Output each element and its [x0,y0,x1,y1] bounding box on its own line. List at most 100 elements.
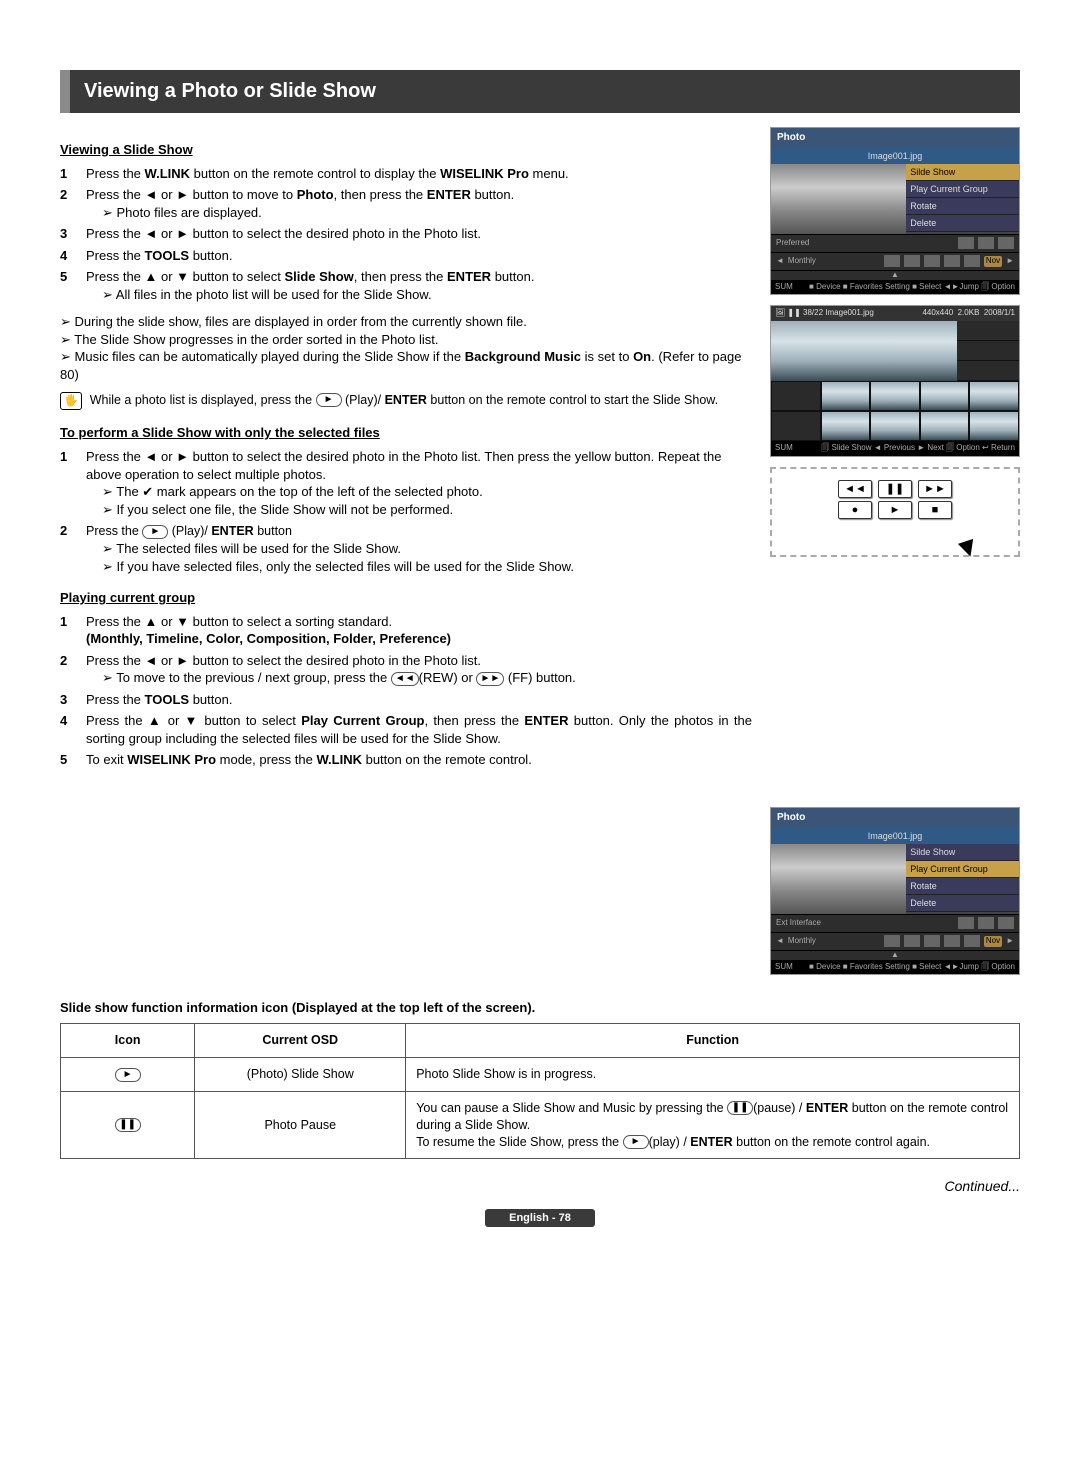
step-body: Press the ► (Play)/ ENTER button The sel… [86,522,752,575]
substep: If you have selected files, only the sel… [102,558,752,576]
tv-menu-item: Rotate [906,878,1019,895]
tv-menu-item: Silde Show [906,164,1019,181]
substep: Photo files are displayed. [102,205,262,220]
callout-note: 🖐 While a photo list is displayed, press… [60,392,752,411]
remote-rec-button: ● [838,501,872,519]
tv-filename: Image001.jpg [771,148,1019,164]
sidebar-screens: Photo Image001.jpg Silde Show Play Curre… [770,127,1020,985]
tv-screenshot-photo: Photo Image001.jpg Silde Show Play Curre… [770,127,1020,295]
step-body: Press the TOOLS button. [86,691,752,709]
substep: To move to the previous / next group, pr… [102,670,576,685]
tv-screenshot-fullscreen: 🖼 ❚❚ 38/22 Image001.jpg 440x440 2.0KB 20… [770,305,1020,457]
note-item: Music files can be automatically played … [60,348,752,383]
osd-cell: (Photo) Slide Show [195,1057,406,1091]
tv-date: 2008/1/1 [984,308,1015,317]
step-body: Press the ◄ or ► button to select the de… [86,448,752,518]
page-title: Viewing a Photo or Slide Show [60,70,1020,113]
steps-selected: 1 Press the ◄ or ► button to select the … [60,448,752,575]
tv-screenshot-photo-2: Photo Image001.jpg Silde Show Play Curre… [770,807,1020,975]
page-footer: English - 78 [60,1208,1020,1226]
table-row: ► (Photo) Slide Show Photo Slide Show is… [61,1057,1020,1091]
tv-filename: Image001.jpg [825,308,873,317]
heading-vss: Viewing a Slide Show [60,141,752,159]
tv-title: Photo [771,128,1019,148]
substep: If you select one file, the Slide Show w… [102,501,752,519]
tv-now-badge: Nov [984,936,1002,947]
tv-title: Photo [771,808,1019,828]
step-body: Press the W.LINK button on the remote co… [86,165,752,183]
remote-play-button: ► [878,501,912,519]
tv-context-menu: Silde Show Play Current Group Rotate Del… [906,844,1019,914]
tv-resolution: 440x440 [922,308,953,317]
step-number: 3 [60,691,76,709]
step-body: Press the ◄ or ► button to move to Photo… [86,186,752,221]
tv-sum-label: SUM [775,962,793,973]
play-icon: ► [316,393,342,407]
note-icon: 🖐 [60,392,82,411]
heading-current: Playing current group [60,589,752,607]
continued-label: Continued... [60,1177,1020,1196]
th-osd: Current OSD [195,1024,406,1058]
page-number-pill: English - 78 [485,1209,595,1227]
tv-menu-item: Play Current Group [906,861,1019,878]
func-cell: You can pause a Slide Show and Music by … [406,1091,1020,1159]
step-number: 4 [60,247,76,265]
substep: The selected files will be used for the … [102,540,752,558]
tv-footer-help: ■ Device ■ Favorites Setting ■ Select ◄►… [809,282,1015,293]
remote-pause-button: ❚❚ [878,480,912,498]
note-item: The Slide Show progresses in the order s… [60,331,752,349]
step-body: Press the ▲ or ▼ button to select Play C… [86,712,752,747]
step-number: 2 [60,652,76,687]
th-function: Function [406,1024,1020,1058]
rew-icon: ◄◄ [391,672,419,686]
step-number: 3 [60,225,76,243]
info-icon-table: Icon Current OSD Function ► (Photo) Slid… [60,1023,1020,1159]
step-body: Press the ▲ or ▼ button to select a sort… [86,613,752,648]
tv-footer-help: ■ Device ■ Favorites Setting ■ Select ◄►… [809,962,1015,973]
play-icon: ► [623,1135,649,1149]
step-body: Press the ▲ or ▼ button to select Slide … [86,268,752,303]
remote-rew-button: ◄◄ [838,480,872,498]
tv-menu-item: Delete [906,215,1019,232]
remote-ff-button: ►► [918,480,952,498]
tv-sort-label: Monthly [788,256,880,267]
ff-icon: ►► [476,672,504,686]
remote-control-illustration: ◄◄ ❚❚ ►► ● ► ■ [770,467,1020,557]
tv-menu-item: Delete [906,895,1019,912]
step-number: 2 [60,186,76,221]
substep: The ✔ mark appears on the top of the lef… [102,483,752,501]
step-body: Press the ◄ or ► button to select the de… [86,225,752,243]
tv-preview-image [771,844,906,914]
step-body: To exit WISELINK Pro mode, press the W.L… [86,751,752,769]
step-number: 1 [60,613,76,648]
th-icon: Icon [61,1024,195,1058]
heading-selected: To perform a Slide Show with only the se… [60,424,752,442]
func-cell: Photo Slide Show is in progress. [406,1057,1020,1091]
note-item: During the slide show, files are display… [60,313,752,331]
heading-table: Slide show function information icon (Di… [60,999,1020,1017]
remote-stop-button: ■ [918,501,952,519]
tv-sum-label: SUM [775,282,793,293]
tv-preview-image [771,164,906,234]
tv-sort-label: Monthly [788,936,880,947]
tv-menu-item: Play Current Group [906,181,1019,198]
step-number: 1 [60,448,76,518]
pause-icon: ❚❚ [115,1118,141,1132]
step-number: 5 [60,268,76,303]
tv-footer-help: 🗐 Slide Show ◄ Previous ► Next 🗐 Option … [821,443,1015,454]
notes-after: During the slide show, files are display… [60,313,752,383]
tv-sum-label: SUM [775,443,793,454]
substep: All files in the photo list will be used… [102,287,432,302]
play-icon: ► [142,525,168,539]
tv-menu-item: Silde Show [906,844,1019,861]
step-number: 2 [60,522,76,575]
tv-now-badge: Nov [984,256,1002,267]
main-instructions: Viewing a Slide Show 1 Press the W.LINK … [60,127,752,985]
step-body: Press the ◄ or ► button to select the de… [86,652,752,687]
play-icon: ► [115,1068,141,1082]
tv-filesize: 2.0KB [958,308,980,317]
osd-cell: Photo Pause [195,1091,406,1159]
step-number: 4 [60,712,76,747]
steps-current: 1 Press the ▲ or ▼ button to select a so… [60,613,752,769]
pause-icon: ❚❚ [727,1101,753,1115]
